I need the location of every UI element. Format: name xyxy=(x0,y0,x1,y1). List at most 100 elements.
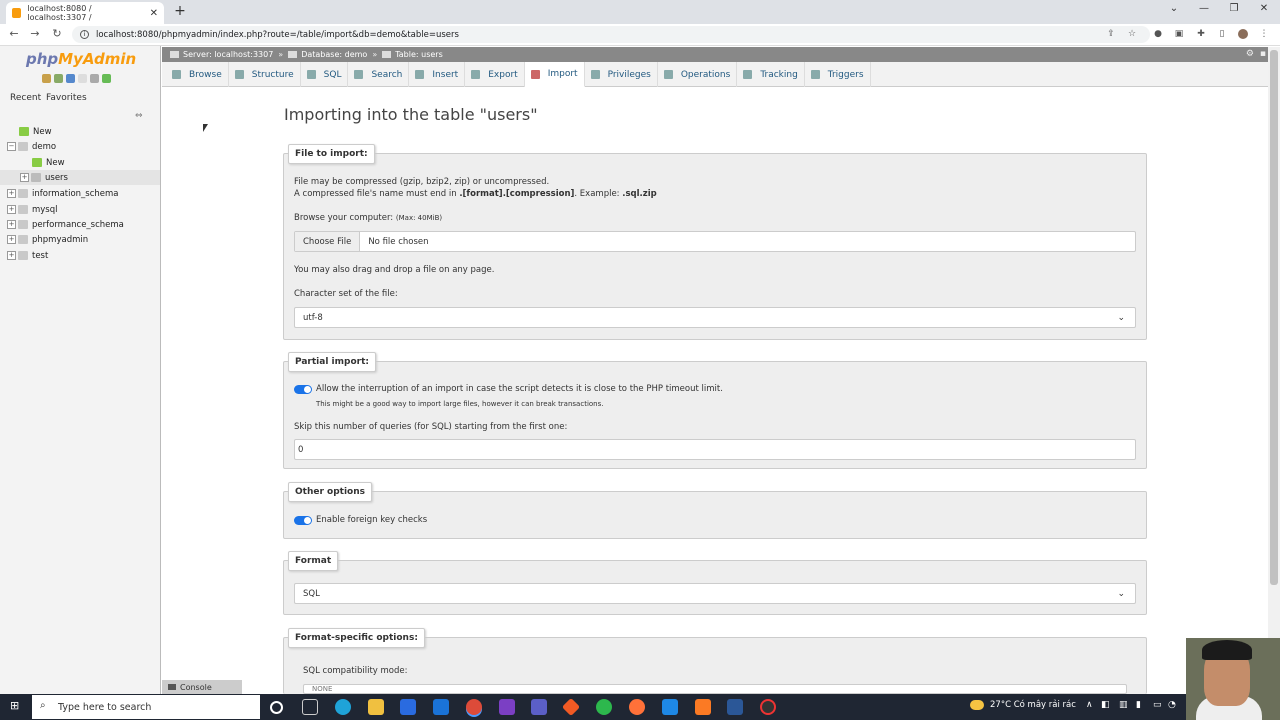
browser-tab[interactable]: localhost:8080 / localhost:3307 / ✕ xyxy=(6,2,164,24)
file-explorer-icon[interactable] xyxy=(368,699,384,715)
minimize-icon[interactable]: — xyxy=(1196,3,1212,17)
expand-tree-icon[interactable]: + xyxy=(7,251,16,260)
close-tab-icon[interactable]: ✕ xyxy=(150,8,158,19)
help-icon[interactable] xyxy=(66,74,75,83)
documentation-icon[interactable] xyxy=(78,74,87,83)
tab-sql[interactable]: SQL xyxy=(301,62,349,87)
tab-search[interactable]: Search xyxy=(348,62,410,87)
sql-compat-select[interactable]: NONE xyxy=(303,684,1127,694)
breadcrumb-server[interactable]: Server: localhost:3307 xyxy=(183,50,273,59)
close-window-icon[interactable]: ✕ xyxy=(1256,3,1272,17)
share-icon[interactable]: ⇪ xyxy=(1106,29,1116,39)
store-icon[interactable] xyxy=(400,699,416,715)
wifi-tray-icon[interactable]: ◔ xyxy=(1168,700,1176,710)
xampp-icon[interactable] xyxy=(695,699,711,715)
console-toggle[interactable]: Console xyxy=(162,680,242,694)
site-info-icon[interactable]: i xyxy=(80,30,89,39)
tray-chevron-up-icon[interactable]: ∧ xyxy=(1086,700,1093,710)
reload-navigation-icon[interactable] xyxy=(102,74,111,83)
microphone-tray-icon[interactable]: ▮ xyxy=(1136,700,1141,710)
sidebar-tab-recent[interactable]: Recent xyxy=(10,93,41,103)
tab-privileges[interactable]: Privileges xyxy=(585,62,658,87)
breadcrumb-database[interactable]: Database: demo xyxy=(301,50,367,59)
tab-tracking[interactable]: Tracking xyxy=(737,62,805,87)
file-input[interactable]: Choose File No file chosen xyxy=(294,231,1136,252)
tree-item-new[interactable]: New xyxy=(0,124,160,139)
back-icon[interactable]: ← xyxy=(7,27,21,41)
tab-structure[interactable]: Structure xyxy=(229,62,301,87)
browser-menu-icon[interactable]: ⋮ xyxy=(1259,29,1269,39)
sidebar-tab-favorites[interactable]: Favorites xyxy=(46,93,87,103)
expand-tree-icon[interactable]: + xyxy=(7,189,16,198)
more-options-icon[interactable]: ▪ xyxy=(1260,49,1266,59)
windows-start-icon[interactable]: ⊞ xyxy=(10,700,22,712)
app-icon[interactable] xyxy=(596,699,612,715)
tree-item-test[interactable]: + test xyxy=(0,248,160,263)
allow-interrupt-toggle[interactable] xyxy=(294,385,312,394)
tab-insert[interactable]: Insert xyxy=(409,62,466,87)
tree-item-performance-schema[interactable]: + performance_schema xyxy=(0,217,160,232)
tab-browse[interactable]: Browse xyxy=(166,62,229,87)
firefox-icon[interactable] xyxy=(629,699,645,715)
edge-icon[interactable] xyxy=(335,699,351,715)
collapse-all-icon[interactable]: ⇔ xyxy=(135,111,143,121)
tree-item-mysql[interactable]: + mysql xyxy=(0,202,160,217)
gpu-tray-icon[interactable]: ▥ xyxy=(1119,700,1128,710)
settings-icon[interactable] xyxy=(90,74,99,83)
expand-tree-icon[interactable]: + xyxy=(7,235,16,244)
recorder-icon[interactable] xyxy=(760,699,776,715)
logout-icon[interactable] xyxy=(54,74,63,83)
profile-avatar-icon[interactable] xyxy=(1238,29,1248,39)
tree-item-demo[interactable]: − demo xyxy=(0,139,160,154)
skip-queries-input[interactable]: 0 xyxy=(294,439,1136,460)
teams-icon[interactable] xyxy=(531,699,547,715)
tree-item-information-schema[interactable]: + information_schema xyxy=(0,186,160,201)
weather-widget[interactable]: 27°C Có mây rải rác xyxy=(990,700,1076,710)
network-tray-icon[interactable]: ◧ xyxy=(1101,700,1110,710)
fk-checks-toggle[interactable] xyxy=(294,516,312,525)
tab-import[interactable]: Import xyxy=(524,62,585,87)
expand-tree-icon[interactable]: + xyxy=(7,220,16,229)
home-icon[interactable] xyxy=(42,74,51,83)
expand-tree-icon[interactable]: + xyxy=(7,205,16,214)
visual-studio-icon[interactable] xyxy=(499,699,515,715)
tree-item-demo-new[interactable]: New xyxy=(0,155,160,170)
extension-icon[interactable]: ● xyxy=(1153,29,1163,39)
extensions-puzzle-icon[interactable]: ✚ xyxy=(1196,29,1206,39)
bookmark-star-icon[interactable]: ☆ xyxy=(1127,29,1137,39)
word-icon[interactable] xyxy=(727,699,743,715)
tab-operations[interactable]: Operations xyxy=(658,62,738,87)
phpmyadmin-logo[interactable]: phpMyAdmin xyxy=(26,50,136,68)
compression-note: File may be compressed (gzip, bzip2, zip… xyxy=(294,177,550,187)
cortana-icon[interactable] xyxy=(270,701,283,714)
chrome-icon[interactable] xyxy=(466,699,482,715)
battery-tray-icon[interactable]: ▭ xyxy=(1153,700,1162,710)
collapse-tree-icon[interactable]: − xyxy=(7,142,16,151)
taskbar-search[interactable]: ⌕ Type here to search xyxy=(32,695,260,719)
restore-icon[interactable]: ❐ xyxy=(1226,3,1242,17)
mail-icon[interactable] xyxy=(433,699,449,715)
address-bar[interactable]: i localhost:8080/phpmyadmin/index.php?ro… xyxy=(72,26,1150,43)
vscode-icon[interactable] xyxy=(662,699,678,715)
breadcrumb-table[interactable]: Table: users xyxy=(395,50,443,59)
settings-gear-icon[interactable]: ⚙ xyxy=(1246,49,1254,59)
new-tab-icon[interactable]: + xyxy=(172,3,188,19)
reload-icon[interactable]: ↻ xyxy=(50,27,64,41)
tab-export[interactable]: Export xyxy=(465,62,525,87)
tab-search-icon[interactable]: ⌄ xyxy=(1166,3,1182,17)
translate-icon[interactable]: ▣ xyxy=(1174,29,1184,39)
charset-select[interactable]: utf-8 ⌄ xyxy=(294,307,1136,328)
side-panel-icon[interactable]: ▯ xyxy=(1217,29,1227,39)
partial-import-section: Partial import: Allow the interruption o… xyxy=(283,352,1147,469)
expand-tree-icon[interactable]: + xyxy=(20,173,29,182)
scrollbar-thumb[interactable] xyxy=(1270,50,1278,585)
tab-triggers[interactable]: Triggers xyxy=(805,62,871,87)
tree-item-users[interactable]: + users xyxy=(0,170,160,185)
structure-icon xyxy=(234,70,244,79)
tab-label: Browse xyxy=(189,69,222,80)
task-view-icon[interactable] xyxy=(302,699,318,715)
tree-item-phpmyadmin[interactable]: + phpmyadmin xyxy=(0,232,160,247)
format-select[interactable]: SQL ⌄ xyxy=(294,583,1136,604)
forward-icon[interactable]: → xyxy=(28,27,42,41)
choose-file-button[interactable]: Choose File xyxy=(295,232,361,251)
